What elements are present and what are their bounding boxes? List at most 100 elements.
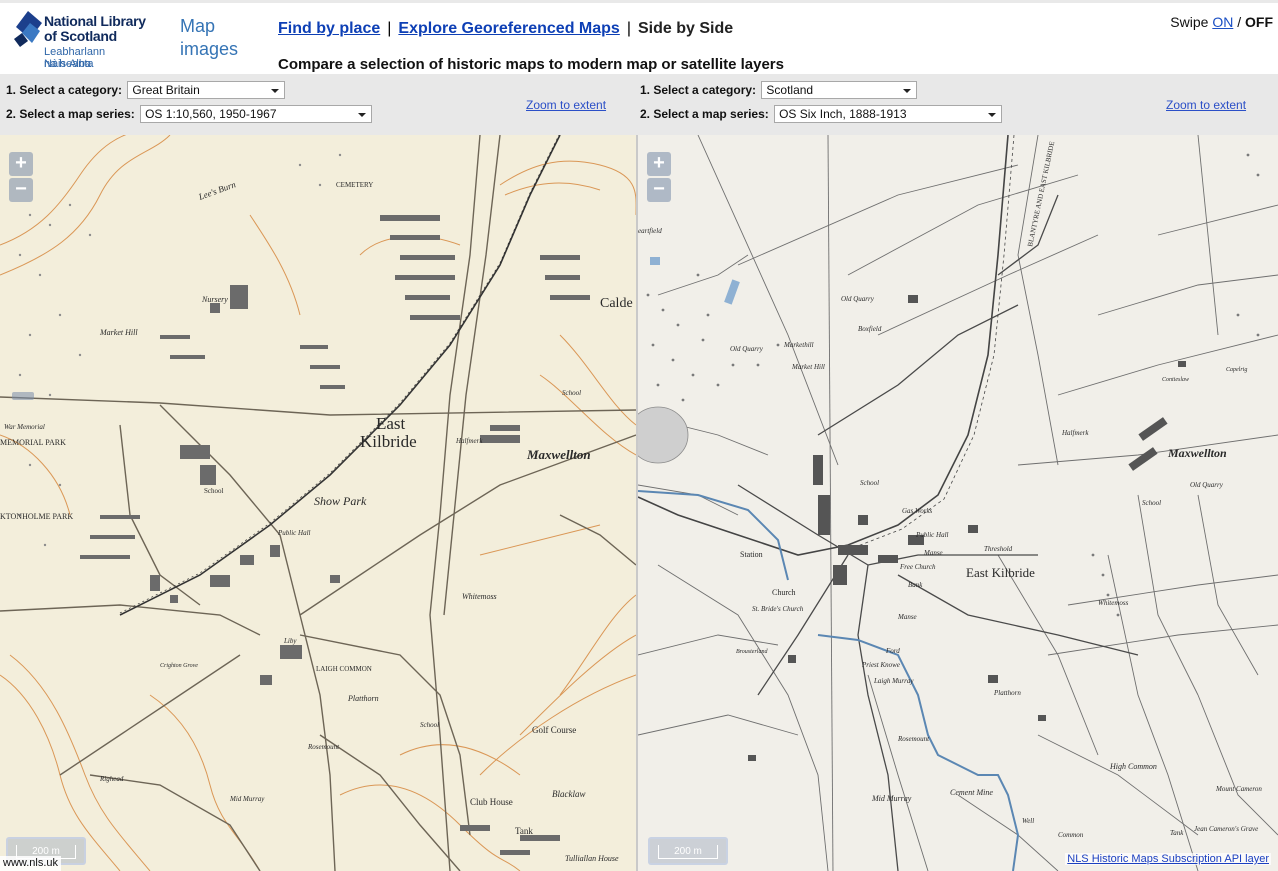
label-market-hill-r: Market Hill	[791, 363, 825, 371]
label-boxfield: Boxfield	[858, 325, 882, 333]
chevron-down-icon	[903, 89, 912, 93]
nls-url-label[interactable]: www.nls.uk	[0, 856, 62, 871]
right-map-canvas[interactable]: East Kilbride Maxwellton Old Quarry Old …	[638, 135, 1278, 871]
label-war-memorial: War Memorial	[4, 423, 45, 431]
label-gas-works: Gas Works	[902, 507, 933, 515]
api-layer-link[interactable]: NLS Historic Maps Subscription API layer	[1065, 853, 1271, 865]
label-old-quarry-3: Old Quarry	[1190, 481, 1224, 489]
label-halfmerk-r: Halfmerk	[1061, 429, 1089, 437]
chevron-down-icon	[988, 113, 997, 117]
label-high-common: High Common	[1109, 762, 1157, 771]
logo-text-line1: National Library	[44, 13, 146, 29]
nls-logo[interactable]: National Library of Scotland Leabharlann…	[14, 9, 154, 70]
controls-bar: 1. Select a category: Great Britain 2. S…	[0, 74, 1278, 135]
current-page-label: Side by Side	[637, 20, 734, 37]
label-calde: Calde	[600, 296, 633, 311]
left-map-pane[interactable]: East Kilbride Maxwellton Calde Show Park…	[0, 135, 636, 871]
right-category-value: Scotland	[766, 83, 814, 97]
right-series-select[interactable]: OS Six Inch, 1888-1913	[774, 105, 1003, 123]
label-show-park: Show Park	[314, 494, 367, 508]
chevron-down-icon	[271, 89, 280, 93]
label-mid-murray-r: Mid Murray	[871, 794, 912, 803]
label-east-kilbride: East Kilbride	[966, 565, 1035, 580]
label-markethill: Markethill	[783, 341, 814, 349]
nav-separator: |	[387, 20, 392, 37]
label-school-3: School	[420, 721, 439, 729]
left-zoom-slider[interactable]	[12, 392, 34, 400]
logo-text-line2: of Scotland	[44, 28, 117, 44]
label-library: Liby	[283, 637, 297, 645]
label-rosemount-r: Rosemount	[897, 735, 930, 743]
left-zoom-to-extent[interactable]: Zoom to extent	[526, 98, 606, 112]
label-priest-knowe: Priest Knowe	[861, 661, 900, 669]
label-school-2: School	[562, 389, 581, 397]
label-manse-1: Manse	[923, 549, 943, 557]
left-series-value: OS 1:10,560, 1950-1967	[145, 107, 277, 121]
left-series-label: 2. Select a map series:	[6, 107, 135, 121]
label-golf-course: Golf Course	[532, 725, 576, 735]
left-map-canvas[interactable]: East Kilbride Maxwellton Calde Show Park…	[0, 135, 636, 871]
label-tank: Tank	[515, 826, 533, 836]
label-maxwellton-r: Maxwellton	[1167, 446, 1227, 460]
left-zoom-control: + −	[9, 151, 36, 204]
swipe-off-state: OFF	[1245, 14, 1273, 30]
swipe-slash: /	[1237, 14, 1242, 30]
right-zoom-to-extent[interactable]: Zoom to extent	[1166, 98, 1246, 112]
label-school-r1: School	[860, 479, 879, 487]
label-capelrig: Capelrig	[1226, 367, 1247, 373]
swipe-label: Swipe	[1170, 14, 1209, 30]
explore-georeferenced-link[interactable]: Explore Georeferenced Maps	[398, 20, 619, 37]
label-nursery: Nursery	[201, 295, 228, 304]
plus-icon[interactable]: +	[647, 152, 671, 176]
nls-logo-icon	[14, 11, 42, 47]
label-ford: Ford	[885, 647, 900, 655]
label-public-hall: Public Hall	[277, 529, 311, 537]
right-category-label: 1. Select a category:	[640, 83, 757, 97]
label-free-church: Free Church	[899, 563, 936, 571]
swipe-toggle: Swipe ON / OFF	[1170, 14, 1273, 30]
label-school-r2: School	[1142, 499, 1161, 507]
left-category-label: 1. Select a category:	[6, 83, 123, 97]
right-zoom-control: + −	[647, 151, 674, 204]
right-series-value: OS Six Inch, 1888-1913	[779, 107, 907, 121]
label-school-1: School	[204, 487, 224, 495]
header: National Library of Scotland Leabharlann…	[0, 3, 1278, 74]
page-subtitle: Compare a selection of historic maps to …	[278, 56, 784, 73]
swipe-on-link[interactable]: ON	[1212, 14, 1233, 30]
find-by-place-link[interactable]: Find by place	[278, 20, 380, 37]
label-threshold: Threshold	[984, 545, 1013, 553]
label-crighton-grove: Crighton Grove	[160, 663, 198, 669]
minus-icon[interactable]: −	[9, 178, 33, 202]
label-station: Station	[740, 550, 763, 559]
label-kilbride: Kilbride	[360, 432, 417, 451]
label-whitemoss-r: Whitemoss	[1098, 599, 1129, 607]
left-series-select[interactable]: OS 1:10,560, 1950-1967	[140, 105, 373, 123]
label-laigh-common: LAIGH COMMON	[316, 665, 372, 673]
right-scale-box: 200 m	[648, 837, 728, 865]
left-category-control: 1. Select a category: Great Britain	[6, 81, 286, 99]
plus-icon[interactable]: +	[9, 152, 33, 176]
label-platthorn: Platthorn	[347, 694, 379, 703]
right-map-pane[interactable]: East Kilbride Maxwellton Old Quarry Old …	[638, 135, 1278, 871]
left-category-select[interactable]: Great Britain	[127, 81, 286, 99]
right-series-label: 2. Select a map series:	[640, 107, 769, 121]
label-east: East	[376, 414, 406, 433]
label-righead: Righead	[99, 775, 124, 783]
label-st-brides: St. Bride's Church	[752, 605, 804, 613]
label-brousterland: Brousterland	[736, 649, 768, 655]
label-public-hall-r: Public Hall	[915, 531, 949, 539]
minus-icon[interactable]: −	[647, 178, 671, 202]
label-blacklaw: Blacklaw	[552, 789, 586, 799]
label-common: Common	[1058, 831, 1084, 839]
section-title[interactable]: Map images	[180, 15, 260, 61]
label-maxwellton: Maxwellton	[526, 447, 591, 462]
label-tullialan: Tulliallan House	[565, 854, 619, 863]
label-rosemount: Rosemount	[307, 743, 340, 751]
label-church: Church	[772, 588, 796, 597]
label-memorial-park: MEMORIAL PARK	[0, 438, 66, 447]
chevron-down-icon	[358, 113, 367, 117]
logo-text-line4: na h-Alba	[44, 58, 92, 70]
label-bank: Bank	[908, 581, 923, 589]
right-category-select[interactable]: Scotland	[761, 81, 918, 99]
label-well: Well	[1022, 817, 1034, 825]
